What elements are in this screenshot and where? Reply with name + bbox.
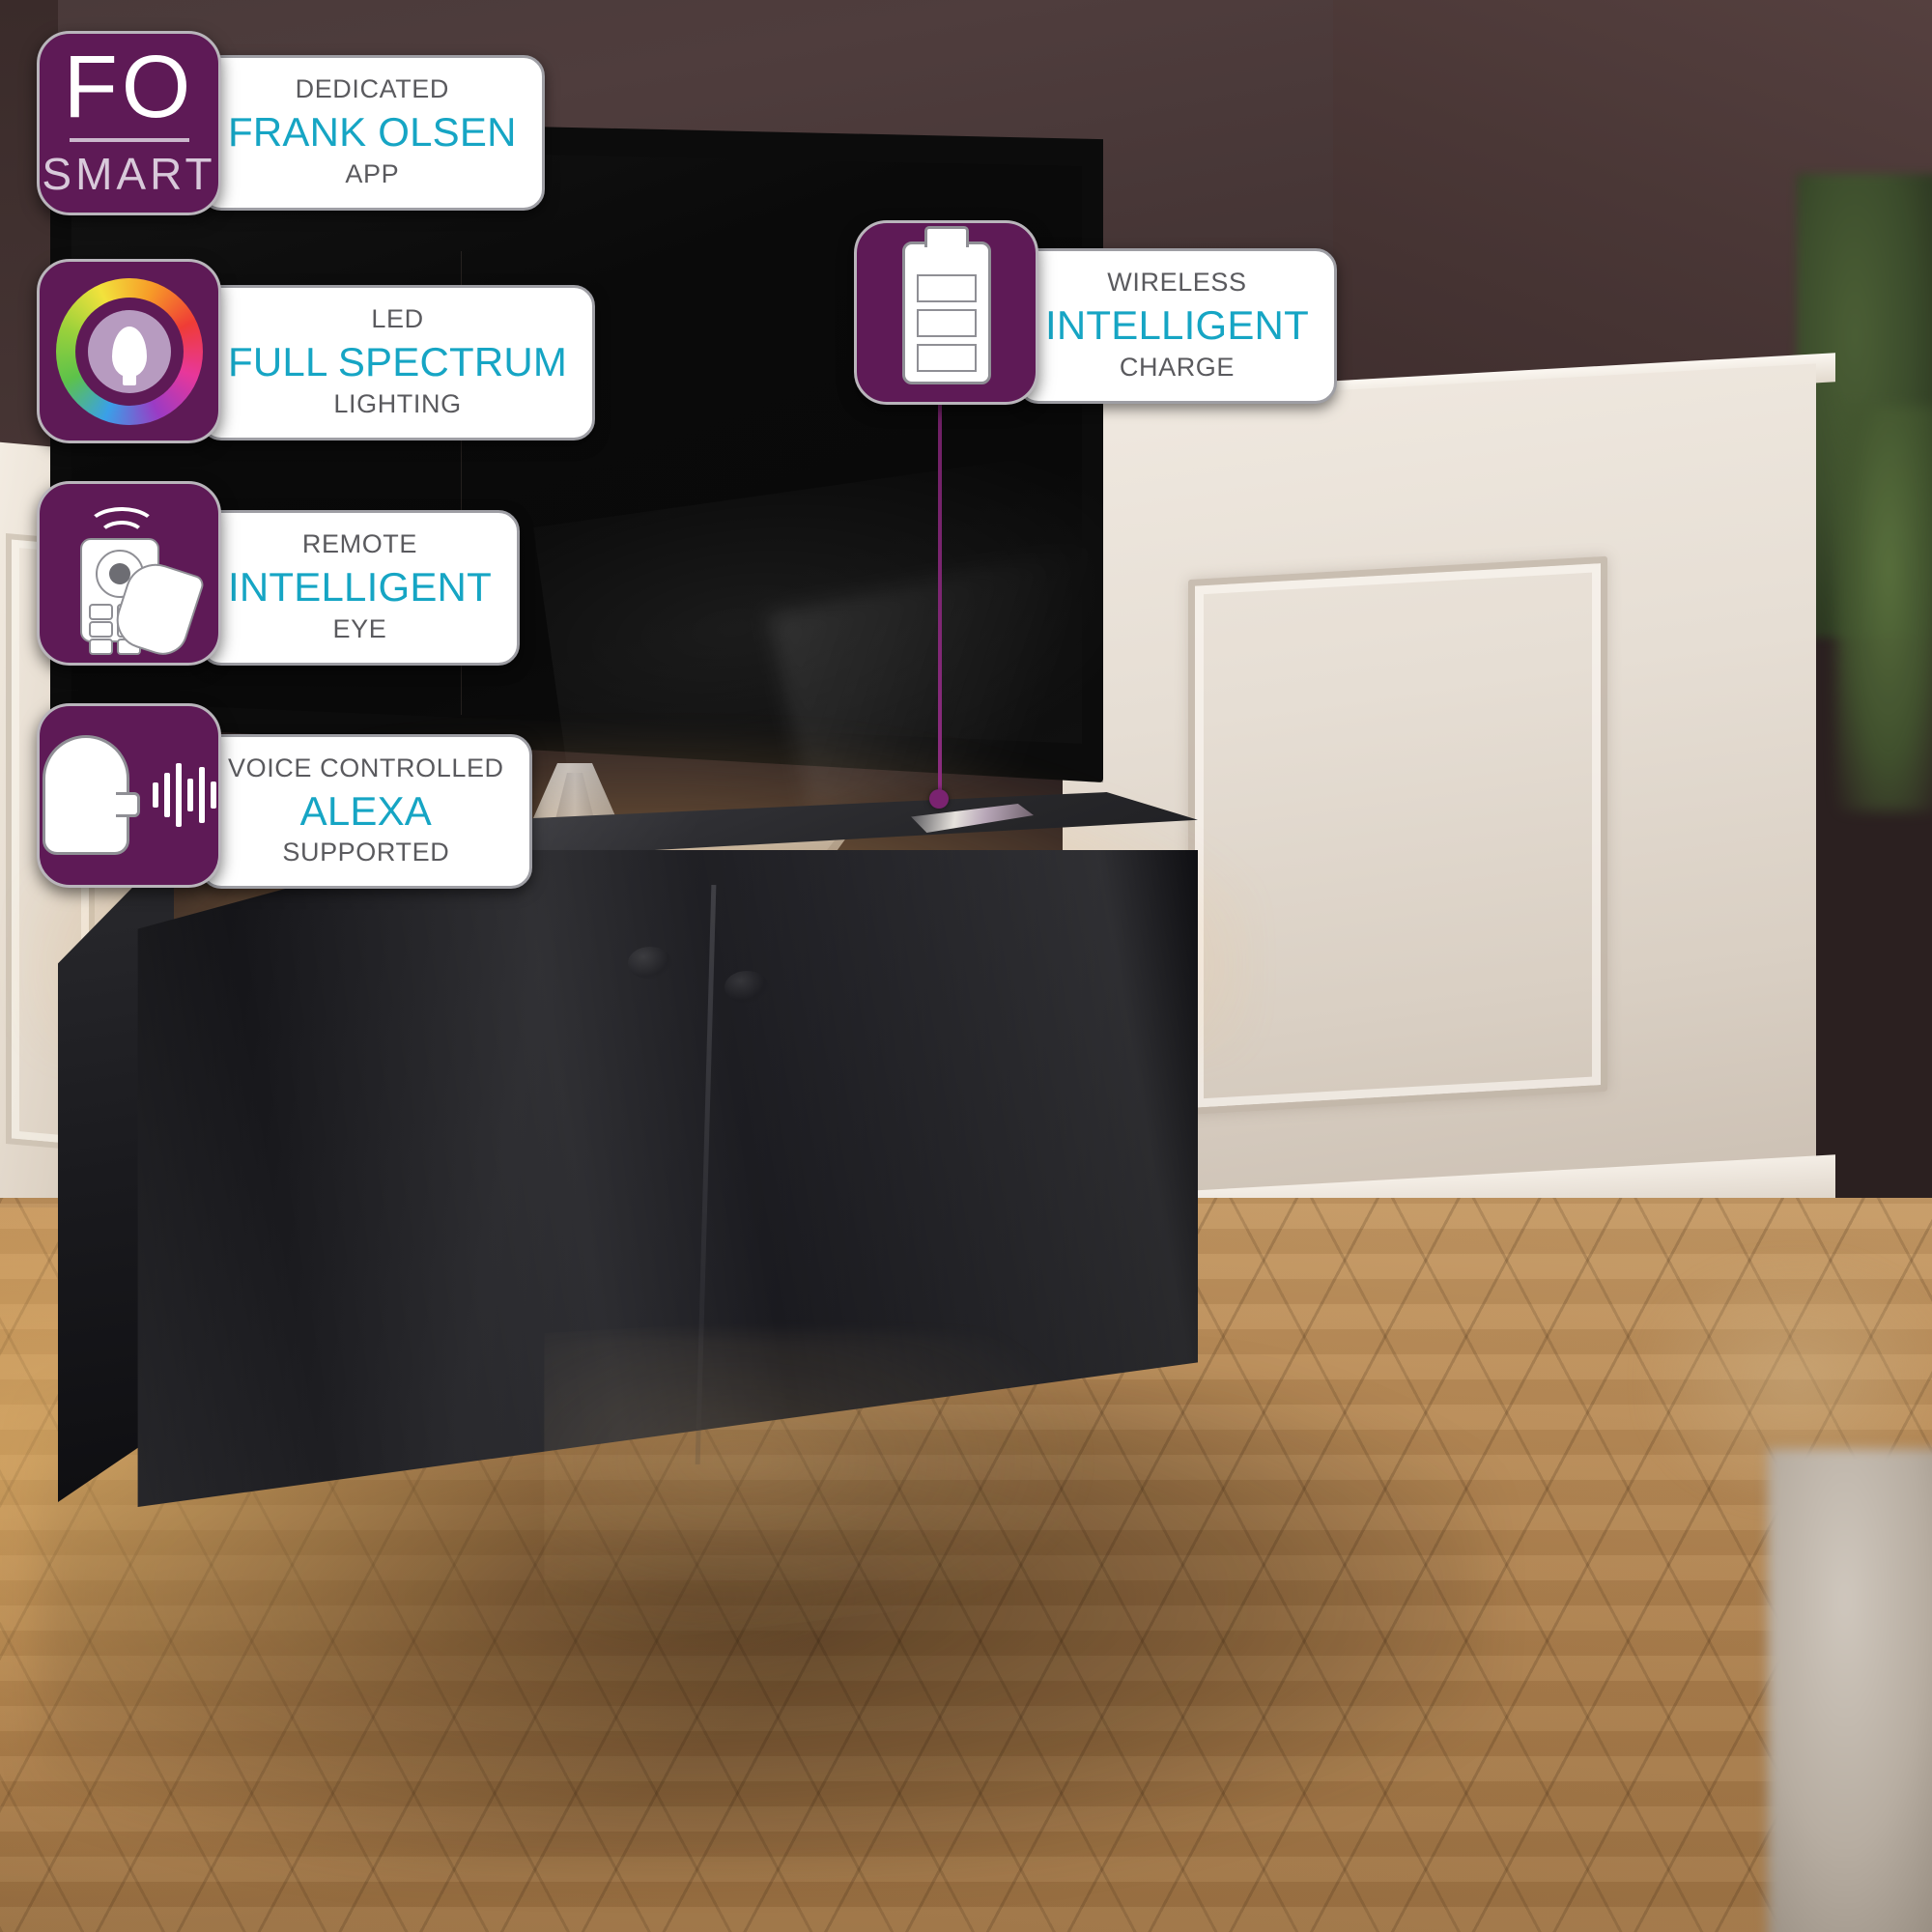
fo-smart-logo-icon: FO SMART	[37, 31, 221, 215]
feature-line3: SUPPORTED	[282, 838, 450, 867]
remote-key	[88, 638, 113, 655]
voice-head-soundwave-icon	[37, 702, 221, 888]
feature-line2: INTELLIGENT	[228, 564, 492, 611]
cabinet-door-knob-right[interactable]	[724, 971, 769, 1004]
tv-cabinet	[58, 792, 1198, 1652]
soundwave-glyph	[152, 756, 216, 834]
rgb-ring-lightbulb-icon	[37, 259, 221, 443]
feature-badge-remote[interactable]: REMOTE INTELLIGENT EYE	[37, 481, 520, 666]
feature-badge-wireless-charge[interactable]: WIRELESS INTELLIGENT CHARGE	[854, 220, 1337, 405]
lightbulb-glyph	[111, 326, 147, 385]
feature-label-voice: VOICE CONTROLLED ALEXA SUPPORTED	[200, 734, 532, 890]
feature-line1: WIRELESS	[1107, 268, 1247, 298]
feature-line3: LIGHTING	[333, 388, 462, 418]
feature-line2: INTELLIGENT	[1045, 302, 1309, 349]
feature-badge-led[interactable]: LED FULL SPECTRUM LIGHTING	[37, 259, 596, 443]
feature-line2: FRANK OLSEN	[228, 109, 517, 156]
callout-endpoint-dot	[929, 789, 949, 809]
fo-logo-divider	[69, 138, 189, 143]
feature-badge-voice[interactable]: VOICE CONTROLLED ALEXA SUPPORTED	[37, 701, 532, 890]
feature-line1: LED	[371, 304, 424, 334]
fo-logo-top: FO	[63, 37, 195, 136]
houseplant-lower	[1835, 406, 1932, 811]
feature-line3: APP	[345, 158, 400, 188]
feature-line2: FULL SPECTRUM	[228, 339, 568, 385]
feature-label-wireless-charge: WIRELESS INTELLIGENT CHARGE	[1017, 248, 1337, 404]
remote-key	[88, 603, 113, 620]
battery-segment	[916, 308, 977, 337]
voice-illustration	[42, 735, 216, 856]
feature-line1: VOICE CONTROLLED	[228, 753, 504, 782]
sofa-corner	[1768, 1449, 1932, 1932]
head-profile-glyph	[42, 735, 140, 856]
remote-center-button	[108, 562, 130, 584]
ring-core-disc	[87, 309, 171, 393]
battery-segment	[916, 343, 977, 372]
feature-badge-app[interactable]: FO SMART DEDICATED FRANK OLSEN APP	[37, 31, 545, 215]
feature-label-led: LED FULL SPECTRUM LIGHTING	[200, 285, 596, 440]
battery-segment	[916, 273, 977, 302]
ring-inner-cut	[74, 297, 184, 406]
product-feature-photo: FO SMART DEDICATED FRANK OLSEN APP LED F…	[0, 0, 1932, 1932]
battery-icon	[854, 220, 1038, 405]
fo-logo-bottom: SMART	[42, 149, 216, 200]
remote-key	[88, 620, 113, 638]
rgb-colour-ring	[55, 277, 203, 425]
feature-line1: DEDICATED	[295, 74, 450, 104]
feature-line3: CHARGE	[1119, 352, 1236, 382]
television	[50, 116, 1208, 843]
callout-connector-line	[938, 386, 942, 797]
remote-illustration	[57, 501, 206, 662]
feature-line2: ALEXA	[299, 787, 433, 834]
remote-control-hand-icon	[37, 481, 221, 666]
battery-glyph	[901, 241, 991, 384]
feature-label-app: DEDICATED FRANK OLSEN APP	[200, 55, 545, 211]
cabinet-door-knob-left[interactable]	[628, 947, 672, 980]
feature-label-remote: REMOTE INTELLIGENT EYE	[200, 510, 520, 666]
feature-line1: REMOTE	[301, 529, 418, 559]
feature-line3: EYE	[332, 613, 387, 643]
